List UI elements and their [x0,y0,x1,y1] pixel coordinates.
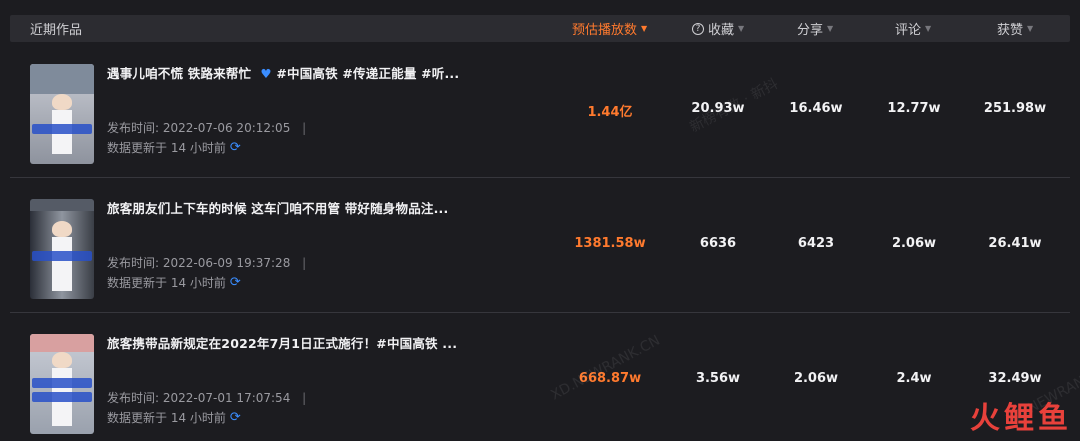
caret-down-icon: ▼ [925,24,932,33]
video-title-text: 遇事儿咱不慌 铁路来帮忙 [107,66,252,81]
heart-icon: ♥ [255,66,272,81]
publish-time: 发布时间: 2022-06-09 19:37:28 | [107,254,306,271]
plays-value: 1.44亿 [587,105,633,120]
help-icon[interactable]: ? [692,22,704,35]
divider: | [302,391,307,405]
video-thumbnail-icon[interactable] [30,64,94,164]
video-title-tags: #中国高铁 #传递正能量 #听... [276,66,460,81]
logo-char: 火 [970,401,1000,436]
video-thumbnail-icon[interactable] [30,199,94,299]
refresh-icon[interactable]: ⟳ [230,140,241,155]
publish-time-value: 2022-06-09 19:37:28 [162,256,291,270]
table-row[interactable]: 旅客朋友们上下车的时候 这车门咱不用管 带好随身物品注... 发布时间: 202… [10,193,1070,313]
shares-value: 2.06w [793,371,839,386]
publish-label: 发布时间: [107,121,160,135]
logo-char: 鱼 [1038,401,1068,436]
update-text: 数据更新于 14 小时前 [107,411,226,425]
likes-value: 32.49w [988,371,1042,386]
table-row[interactable]: 旅客携带品新规定在2022年7月1日正式施行！#中国高铁 ... 发布时间: 2… [10,328,1070,441]
publish-label: 发布时间: [107,391,160,405]
video-title-text: 旅客携带品新规定在2022年7月1日正式施行！#中国高铁 ... [107,336,458,351]
refresh-icon[interactable]: ⟳ [230,275,241,290]
comments-value: 2.4w [896,371,932,386]
sort-plays-header[interactable]: 预估播放数 ▼ [572,19,647,38]
table-header: 近期作品 预估播放数 ▼ ? 收藏 ▼ 分享 ▼ 评论 ▼ 获赞 ▼ [10,15,1070,42]
sort-likes-header[interactable]: 获赞 ▼ [997,19,1033,38]
logo-char: 鲤 [1004,401,1034,436]
video-title[interactable]: 旅客朋友们上下车的时候 这车门咱不用管 带好随身物品注... [107,198,448,217]
brand-logo: 火 鲤 鱼 [970,393,1068,437]
favorites-value: 3.56w [695,371,741,386]
video-title[interactable]: 遇事儿咱不慌 铁路来帮忙 ♥ #中国高铁 #传递正能量 #听... [107,63,459,82]
sort-favorites-header[interactable]: ? 收藏 ▼ [692,19,744,38]
update-text: 数据更新于 14 小时前 [107,276,226,290]
plays-value: 1381.58w [574,236,646,251]
favorites-value: 6636 [699,236,737,251]
refresh-icon[interactable]: ⟳ [230,410,241,425]
caret-down-icon: ▼ [738,24,745,33]
caret-down-icon: ▼ [1027,24,1034,33]
shares-value: 16.46w [789,101,843,116]
update-text: 数据更新于 14 小时前 [107,141,226,155]
publish-time: 发布时间: 2022-07-01 17:07:54 | [107,389,306,406]
publish-label: 发布时间: [107,256,160,270]
update-status: 数据更新于 14 小时前 ⟳ [107,139,241,156]
likes-value: 251.98w [983,101,1047,116]
divider: | [302,121,307,135]
caret-down-icon: ▼ [641,24,648,33]
comments-header-label: 评论 [895,23,922,38]
plays-header-label: 预估播放数 [572,23,638,38]
sort-comments-header[interactable]: 评论 ▼ [895,19,931,38]
shares-header-label: 分享 [797,23,824,38]
section-title: 近期作品 [30,23,83,38]
divider: | [302,256,307,270]
shares-value: 6423 [797,236,835,251]
table-row[interactable]: 遇事儿咱不慌 铁路来帮忙 ♥ #中国高铁 #传递正能量 #听... 发布时间: … [10,58,1070,178]
favorites-header-label: 收藏 [708,23,735,38]
comments-value: 2.06w [891,236,937,251]
publish-time-value: 2022-07-06 20:12:05 [162,121,291,135]
update-status: 数据更新于 14 小时前 ⟳ [107,409,241,426]
sort-shares-header[interactable]: 分享 ▼ [797,19,833,38]
video-title[interactable]: 旅客携带品新规定在2022年7月1日正式施行！#中国高铁 ... [107,333,457,352]
publish-time: 发布时间: 2022-07-06 20:12:05 | [107,119,306,136]
publish-time-value: 2022-07-01 17:07:54 [162,391,291,405]
likes-value: 26.41w [988,236,1042,251]
caret-down-icon: ▼ [827,24,834,33]
comments-value: 12.77w [887,101,941,116]
update-status: 数据更新于 14 小时前 ⟳ [107,274,241,291]
video-thumbnail-icon[interactable] [30,334,94,434]
likes-header-label: 获赞 [997,23,1024,38]
video-title-text: 旅客朋友们上下车的时候 这车门咱不用管 带好随身物品注... [107,201,449,216]
